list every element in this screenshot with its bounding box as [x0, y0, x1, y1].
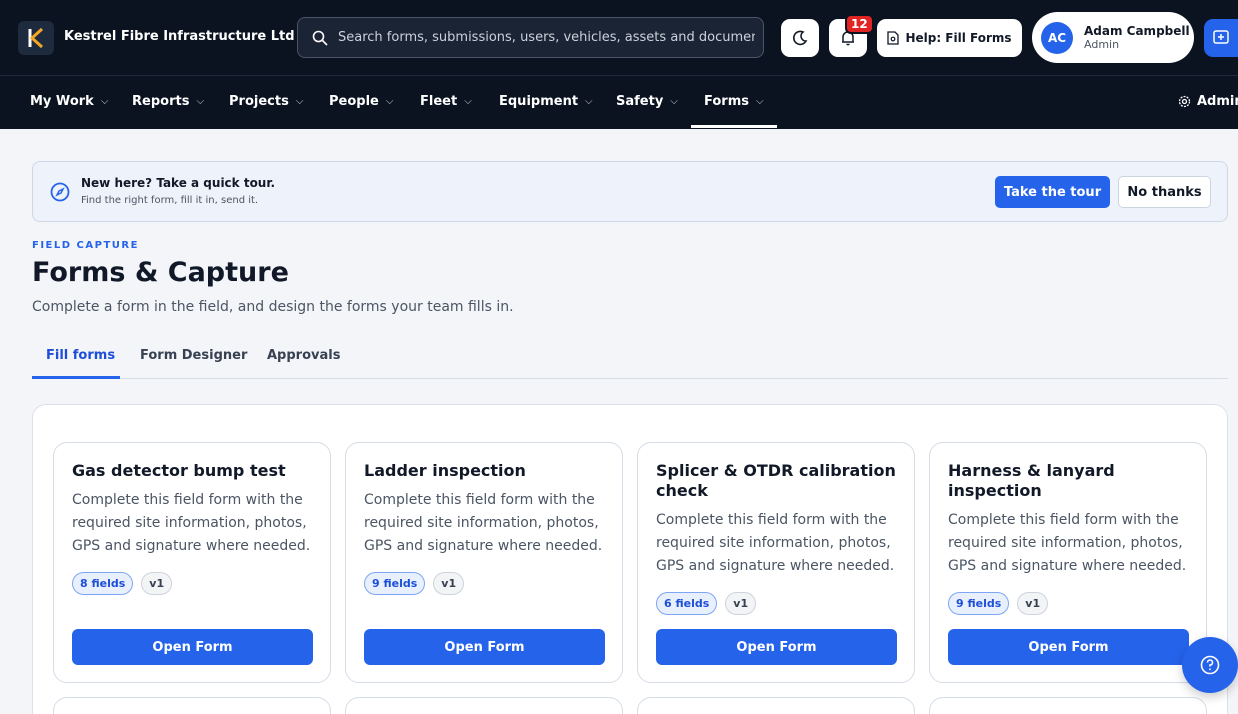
- form-card-description: Complete this field form with the requir…: [72, 492, 311, 554]
- document-icon: [887, 31, 900, 45]
- company-logo[interactable]: [18, 21, 54, 55]
- gear-icon: [1178, 95, 1191, 108]
- form-card-description: Complete this field form with the requir…: [656, 512, 895, 574]
- form-card-title: Splicer & OTDR calibration check: [656, 461, 896, 500]
- nav-my-work[interactable]: My Work ⌵: [30, 94, 108, 109]
- help-label: Help: Fill Forms: [905, 31, 1012, 45]
- form-card: Splicer & OTDR calibration check Complet…: [637, 442, 915, 683]
- chevron-down-icon: ⌵: [196, 96, 205, 107]
- form-card-title: Ladder inspection: [364, 461, 526, 480]
- tab-fill-forms[interactable]: Fill forms: [46, 348, 115, 363]
- chevron-down-icon: ⌵: [464, 96, 472, 107]
- chevron-down-icon: ⌵: [385, 96, 394, 107]
- floating-help-button[interactable]: [1182, 637, 1238, 693]
- nav-people[interactable]: People ⌵: [329, 94, 393, 109]
- nav-projects[interactable]: Projects ⌵: [229, 94, 303, 109]
- notification-count-badge: 12: [845, 14, 874, 34]
- theme-toggle-button[interactable]: [781, 19, 819, 57]
- tab-active-indicator: [32, 376, 120, 379]
- search-icon: [312, 30, 328, 46]
- question-icon: [1200, 655, 1220, 675]
- add-icon: [1213, 30, 1229, 44]
- field-count-chip: 9 fields: [364, 572, 426, 595]
- version-chip: v1: [433, 572, 465, 595]
- form-card: [345, 697, 623, 714]
- chevron-down-icon: ⌵: [670, 96, 678, 107]
- banner-subtitle: Find the right form, fill it in, send it…: [81, 195, 259, 206]
- open-form-button[interactable]: Open Form: [72, 629, 313, 665]
- admin-menu[interactable]: Admin ⌵: [1178, 94, 1238, 109]
- form-card: Gas detector bump test Complete this fie…: [53, 442, 331, 683]
- nav-fleet[interactable]: Fleet ⌵: [420, 94, 472, 109]
- user-role: Admin: [1084, 38, 1120, 51]
- global-search[interactable]: [297, 17, 764, 58]
- version-chip: v1: [1017, 592, 1049, 615]
- page-title: Forms & Capture: [32, 257, 289, 288]
- page-eyebrow: FIELD CAPTURE: [32, 240, 139, 251]
- form-card: [637, 697, 915, 714]
- nav-safety[interactable]: Safety ⌵: [616, 94, 678, 109]
- main-nav: My Work ⌵ Reports ⌵ Projects ⌵ People ⌵ Flee…: [0, 76, 1238, 129]
- form-card-description: Complete this field form with the requir…: [364, 492, 603, 554]
- open-form-button[interactable]: Open Form: [948, 629, 1189, 665]
- tour-banner: New here? Take a quick tour. Find the ri…: [32, 161, 1228, 222]
- form-card-title: Harness & lanyard inspection: [948, 461, 1115, 500]
- top-bar: Kestrel Fibre Infrastructure Ltd 12 Help…: [0, 0, 1238, 76]
- no-thanks-button[interactable]: No thanks: [1118, 176, 1211, 208]
- version-chip: v1: [141, 572, 173, 595]
- nav-forms[interactable]: Forms ⌵: [704, 94, 764, 109]
- company-name: Kestrel Fibre Infrastructure Ltd: [64, 29, 295, 44]
- banner-title: New here? Take a quick tour.: [81, 176, 276, 190]
- version-chip: v1: [725, 592, 757, 615]
- nav-equipment[interactable]: Equipment ⌵: [499, 94, 593, 109]
- chevron-down-icon: ⌵: [755, 96, 764, 107]
- admin-label: Admin: [1197, 94, 1238, 109]
- open-form-button[interactable]: Open Form: [364, 629, 605, 665]
- tab-approvals[interactable]: Approvals: [267, 348, 340, 363]
- nav-reports[interactable]: Reports ⌵: [132, 94, 204, 109]
- form-card: [929, 697, 1207, 714]
- form-card: Ladder inspection Complete this field fo…: [345, 442, 623, 683]
- field-count-chip: 6 fields: [656, 592, 718, 615]
- compass-icon: [50, 182, 70, 202]
- field-count-chip: 8 fields: [72, 572, 134, 595]
- tab-form-designer[interactable]: Form Designer: [140, 348, 247, 363]
- search-input[interactable]: [338, 30, 763, 45]
- user-menu[interactable]: AC Adam Campbell Admin: [1032, 12, 1194, 63]
- help-button[interactable]: Help: Fill Forms: [877, 19, 1022, 57]
- chevron-down-icon: ⌵: [295, 96, 304, 107]
- logo-k-icon: [28, 27, 44, 49]
- form-card: Harness & lanyard inspection Complete th…: [929, 442, 1207, 683]
- take-tour-button[interactable]: Take the tour: [995, 176, 1110, 208]
- form-card-description: Complete this field form with the requir…: [948, 512, 1187, 574]
- avatar: AC: [1041, 21, 1073, 54]
- user-name: Adam Campbell: [1084, 24, 1190, 38]
- form-card: [53, 697, 331, 714]
- moon-icon: [793, 30, 808, 46]
- field-count-chip: 9 fields: [948, 592, 1010, 615]
- tabs-divider: [32, 378, 1228, 379]
- open-form-button[interactable]: Open Form: [656, 629, 897, 665]
- chevron-down-icon: ⌵: [585, 96, 593, 107]
- new-item-button[interactable]: [1204, 19, 1238, 57]
- nav-active-indicator: [691, 125, 777, 128]
- page-subtitle: Complete a form in the field, and design…: [32, 299, 514, 315]
- chevron-down-icon: ⌵: [100, 96, 109, 107]
- form-card-title: Gas detector bump test: [72, 461, 286, 480]
